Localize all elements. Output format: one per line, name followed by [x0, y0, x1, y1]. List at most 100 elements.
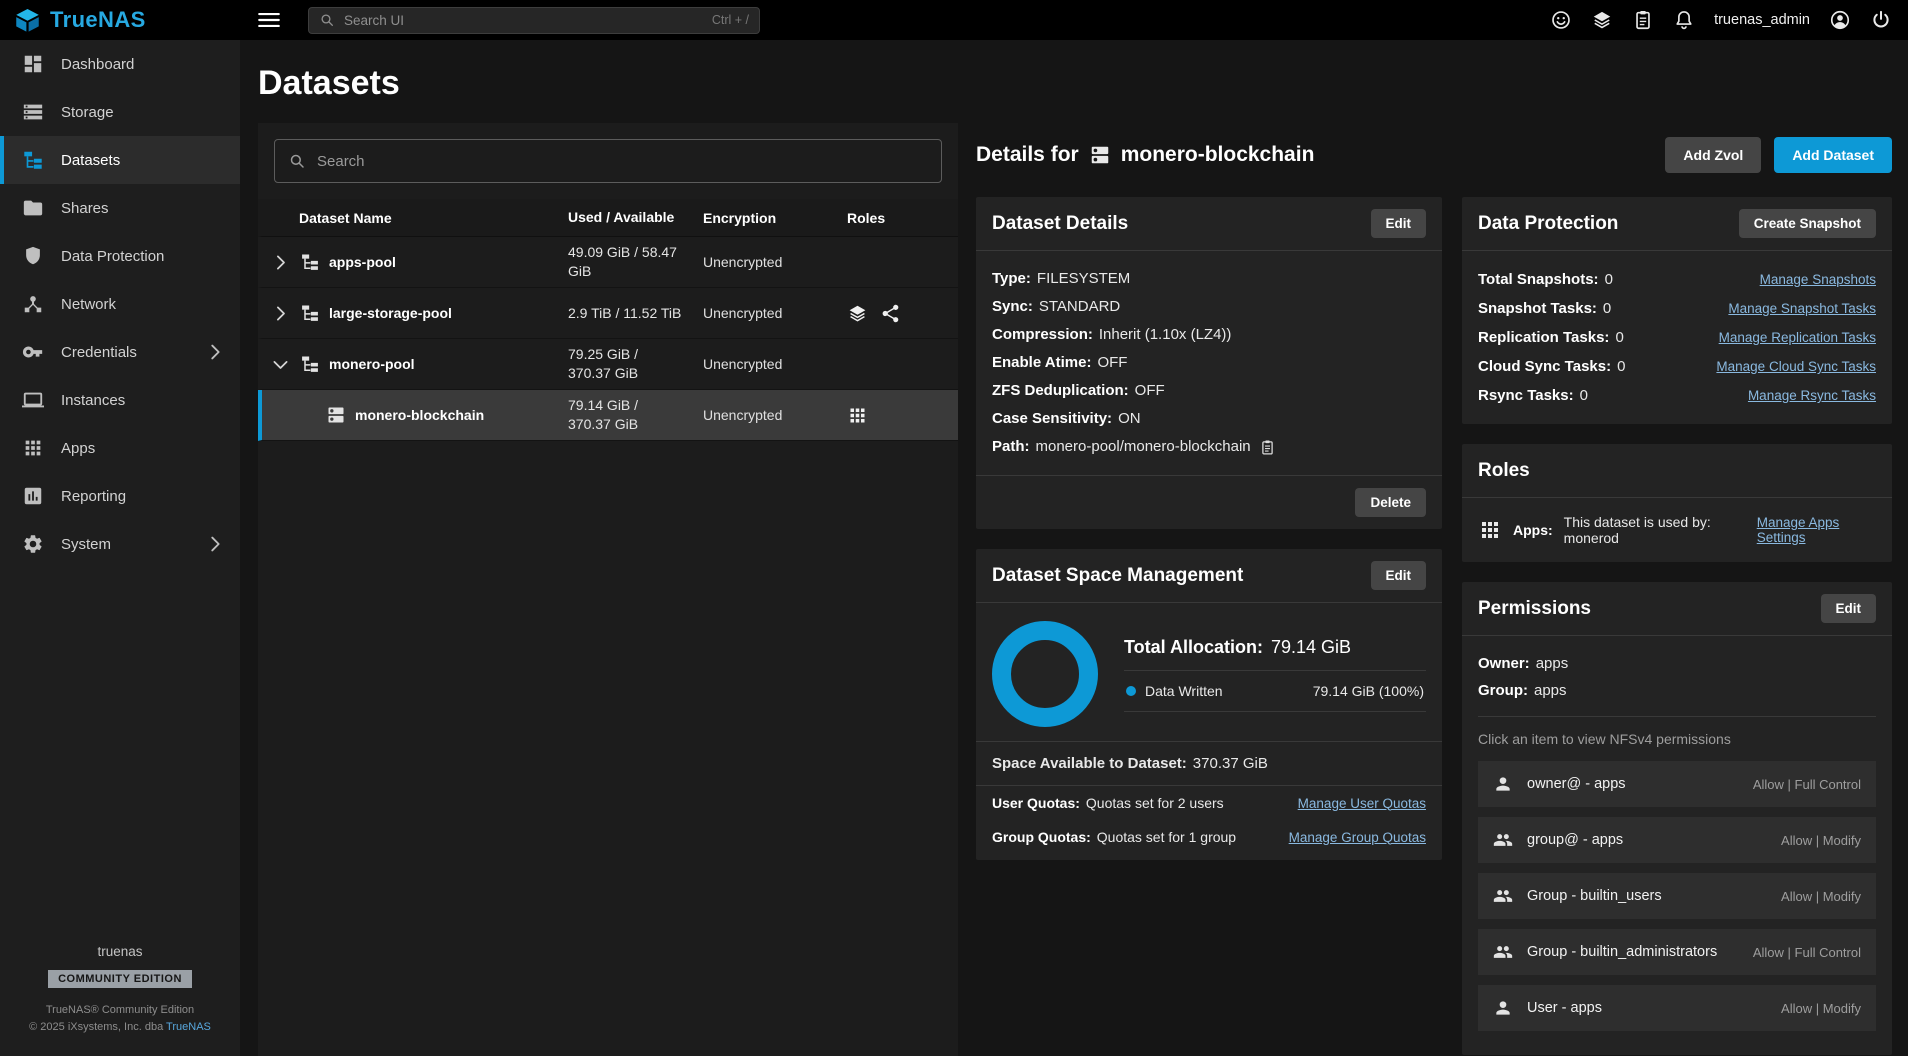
search-icon: [319, 12, 335, 28]
add-dataset-button[interactable]: Add Dataset: [1774, 137, 1892, 173]
global-search-input[interactable]: [344, 13, 703, 28]
person-icon: [1493, 998, 1513, 1018]
edit-dataset-details-button[interactable]: Edit: [1371, 209, 1427, 238]
tree-row-monero-pool[interactable]: monero-pool 79.25 GiB / 370.37 GiB Unenc…: [258, 339, 958, 390]
datasets-tree-icon: [22, 149, 44, 171]
chevron-right-icon: [204, 533, 226, 555]
permissions-hint: Click an item to view NFSv4 permissions: [1478, 731, 1876, 747]
manage-replication-tasks-link[interactable]: Manage Replication Tasks: [1719, 323, 1876, 352]
edit-space-button[interactable]: Edit: [1371, 561, 1427, 590]
manage-rsync-tasks-link[interactable]: Manage Rsync Tasks: [1748, 381, 1876, 410]
edition-badge: COMMUNITY EDITION: [48, 970, 192, 988]
dataset-name: large-storage-pool: [329, 305, 452, 321]
field-sync: Sync:STANDARD: [992, 293, 1426, 321]
sidebar-item-label: Shares: [61, 200, 109, 217]
create-snapshot-button[interactable]: Create Snapshot: [1739, 209, 1876, 238]
search-icon: [288, 152, 306, 170]
global-search[interactable]: Ctrl + /: [308, 7, 760, 34]
edit-permissions-button[interactable]: Edit: [1821, 594, 1877, 623]
manage-cloud-sync-tasks-link[interactable]: Manage Cloud Sync Tasks: [1716, 352, 1876, 381]
chevron-down-icon[interactable]: [270, 354, 291, 375]
dataset-dns-icon: [1089, 144, 1111, 166]
permission-item-user-apps[interactable]: User - apps Allow | Modify: [1478, 985, 1876, 1031]
rsync-tasks-row: Rsync Tasks:0 Manage Rsync Tasks: [1478, 381, 1876, 410]
group-quotas-row: Group Quotas: Quotas set for 1 group Man…: [976, 820, 1442, 860]
sidebar-item-instances[interactable]: Instances: [0, 376, 240, 424]
column-encryption: Encryption: [703, 210, 825, 226]
sidebar-item-datasets[interactable]: Datasets: [0, 136, 240, 184]
sidebar-item-credentials[interactable]: Credentials: [0, 328, 240, 376]
used-available: 2.9 TiB / 11.52 TiB: [568, 304, 703, 323]
truenas-logo[interactable]: TrueNAS: [0, 7, 240, 34]
permission-item-owner[interactable]: owner@ - apps Allow | Full Control: [1478, 761, 1876, 807]
add-zvol-button[interactable]: Add Zvol: [1665, 137, 1761, 173]
tree-row-apps-pool[interactable]: apps-pool 49.09 GiB / 58.47 GiB Unencryp…: [258, 237, 958, 288]
roles-apps-row: Apps: This dataset is used by: monerod M…: [1462, 498, 1892, 562]
sidebar-item-label: Credentials: [61, 344, 137, 361]
sidebar-item-data-protection[interactable]: Data Protection: [0, 232, 240, 280]
username: truenas_admin: [1714, 12, 1810, 28]
sidebar-item-label: Apps: [61, 440, 95, 457]
sidebar: Dashboard Storage Datasets Shares Data P…: [0, 40, 240, 1056]
menu-icon[interactable]: [256, 7, 282, 33]
sidebar-item-label: System: [61, 536, 111, 553]
sidebar-item-system[interactable]: System: [0, 520, 240, 568]
dataset-details-card: Dataset Details Edit Type:FILESYSTEM Syn…: [976, 197, 1442, 529]
sidebar-item-dashboard[interactable]: Dashboard: [0, 40, 240, 88]
gear-icon: [22, 533, 44, 555]
sidebar-item-label: Network: [61, 296, 116, 313]
power-icon[interactable]: [1870, 9, 1892, 31]
page-title: Datasets: [258, 64, 1908, 103]
sidebar-item-reporting[interactable]: Reporting: [0, 472, 240, 520]
owner-row: Owner:apps: [1478, 650, 1876, 677]
snapshot-tasks-row: Snapshot Tasks:0 Manage Snapshot Tasks: [1478, 294, 1876, 323]
dataset-tree-panel: Dataset Name Used / Available Encryption…: [258, 123, 958, 1056]
manage-user-quotas-link[interactable]: Manage User Quotas: [1298, 796, 1426, 811]
column-dataset-name: Dataset Name: [262, 210, 568, 226]
field-case-sensitivity: Case Sensitivity:ON: [992, 405, 1426, 433]
copyright-link[interactable]: TrueNAS: [166, 1021, 211, 1033]
delete-dataset-button[interactable]: Delete: [1355, 488, 1426, 517]
sidebar-item-storage[interactable]: Storage: [0, 88, 240, 136]
permission-item-builtin-administrators[interactable]: Group - builtin_administrators Allow | F…: [1478, 929, 1876, 975]
permission-item-group[interactable]: group@ - apps Allow | Modify: [1478, 817, 1876, 863]
field-compression: Compression:Inherit (1.10x (LZ4)): [992, 321, 1426, 349]
manage-snapshot-tasks-link[interactable]: Manage Snapshot Tasks: [1728, 294, 1876, 323]
sidebar-item-network[interactable]: Network: [0, 280, 240, 328]
roles-card: Roles Apps: This dataset is used by: mon…: [1462, 444, 1892, 562]
chevron-right-icon[interactable]: [270, 252, 291, 273]
manage-apps-settings-link[interactable]: Manage Apps Settings: [1757, 515, 1876, 545]
feedback-smiley-icon[interactable]: [1550, 9, 1572, 31]
copy-path-icon[interactable]: [1259, 439, 1276, 456]
cloud-sync-tasks-row: Cloud Sync Tasks:0 Manage Cloud Sync Tas…: [1478, 352, 1876, 381]
manage-snapshots-link[interactable]: Manage Snapshots: [1760, 265, 1876, 294]
data-written-legend: Data Written 79.14 GiB (100%): [1124, 670, 1426, 712]
column-roles: Roles: [825, 210, 958, 226]
tree-row-monero-blockchain[interactable]: monero-blockchain 79.14 GiB / 370.37 GiB…: [258, 390, 958, 441]
alerts-bell-icon[interactable]: [1673, 9, 1695, 31]
truecommand-layers-icon[interactable]: [1591, 9, 1613, 31]
folder-icon: [22, 197, 44, 219]
chevron-right-icon[interactable]: [270, 303, 291, 324]
people-icon: [1493, 886, 1513, 906]
pool-tree-icon: [300, 354, 320, 374]
user-circle-icon[interactable]: [1829, 9, 1851, 31]
manage-group-quotas-link[interactable]: Manage Group Quotas: [1289, 830, 1426, 845]
permission-item-builtin-users[interactable]: Group - builtin_users Allow | Modify: [1478, 873, 1876, 919]
tree-row-large-storage-pool[interactable]: large-storage-pool 2.9 TiB / 11.52 TiB U…: [258, 288, 958, 339]
used-available: 79.25 GiB / 370.37 GiB: [568, 345, 703, 383]
sidebar-item-shares[interactable]: Shares: [0, 184, 240, 232]
people-icon: [1493, 942, 1513, 962]
jobs-clipboard-icon[interactable]: [1632, 9, 1654, 31]
sidebar-item-apps[interactable]: Apps: [0, 424, 240, 472]
card-title: Dataset Details: [992, 213, 1128, 235]
dataset-search[interactable]: [274, 139, 942, 183]
sidebar-item-label: Dashboard: [61, 56, 134, 73]
field-path: Path: monero-pool/monero-blockchain: [992, 433, 1426, 461]
details-dataset-name: monero-blockchain: [1121, 143, 1315, 167]
card-title: Data Protection: [1478, 213, 1618, 235]
topbar: TrueNAS Ctrl + / truenas_admin: [0, 0, 1908, 40]
dataset-search-input[interactable]: [317, 153, 928, 170]
data-protection-card: Data Protection Create Snapshot Total Sn…: [1462, 197, 1892, 424]
hostname: truenas: [8, 944, 232, 959]
